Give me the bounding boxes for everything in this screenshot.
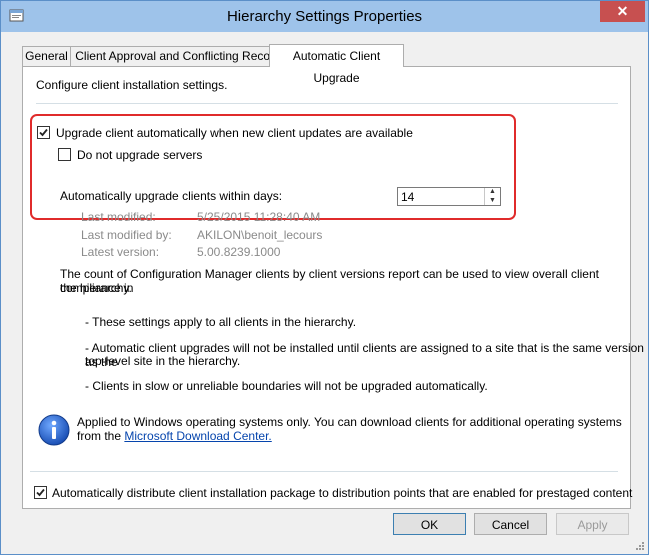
download-center-link[interactable]: Microsoft Download Center. bbox=[124, 429, 271, 443]
tab-client-approval[interactable]: Client Approval and Conflicting Records bbox=[70, 46, 292, 66]
no-upgrade-servers-label: Do not upgrade servers bbox=[77, 148, 203, 162]
checkmark-icon bbox=[39, 128, 48, 137]
last-modified-by-value: AKILON\benoit_lecours bbox=[197, 228, 323, 242]
last-modified-label: Last modified: bbox=[81, 210, 156, 224]
ok-button[interactable]: OK bbox=[393, 513, 466, 535]
upgrade-auto-checkbox[interactable] bbox=[37, 126, 50, 139]
title-bar[interactable]: Hierarchy Settings Properties ✕ bbox=[1, 1, 648, 32]
note-site-version-line2: top-level site in the hierarchy. bbox=[85, 354, 241, 368]
close-button[interactable]: ✕ bbox=[600, 1, 645, 22]
intro-divider bbox=[36, 103, 618, 104]
report-text-line1: The count of Configuration Manager clien… bbox=[60, 267, 599, 295]
upgrade-auto-label: Upgrade client automatically when new cl… bbox=[56, 126, 413, 140]
days-value: 14 bbox=[401, 190, 415, 204]
distribute-checkbox[interactable] bbox=[34, 486, 47, 499]
info-icon bbox=[38, 414, 70, 446]
tab-automatic-client-upgrade[interactable]: Automatic Client Upgrade bbox=[269, 44, 404, 85]
cancel-button[interactable]: Cancel bbox=[474, 513, 547, 535]
window-title: Hierarchy Settings Properties bbox=[226, 8, 423, 25]
latest-version-value: 5.00.8239.1000 bbox=[197, 245, 281, 259]
distribute-label: Automatically distribute client installa… bbox=[52, 486, 633, 500]
bottom-divider bbox=[30, 471, 618, 472]
resize-grip-icon[interactable] bbox=[634, 540, 644, 550]
spin-arrows: ▲ ▼ bbox=[484, 188, 500, 205]
note-slow-boundaries: - Clients in slow or unreliable boundari… bbox=[85, 379, 488, 393]
spin-down-icon[interactable]: ▼ bbox=[485, 197, 500, 205]
info-text-line2: from the Microsoft Download Center. bbox=[77, 429, 272, 443]
apply-button[interactable]: Apply bbox=[556, 513, 629, 535]
close-icon: ✕ bbox=[616, 3, 629, 19]
tab-general[interactable]: General bbox=[22, 46, 71, 66]
info-text-line1: Applied to Windows operating systems onl… bbox=[77, 415, 622, 429]
no-upgrade-servers-checkbox[interactable] bbox=[58, 148, 71, 161]
report-text-line2: the hierarchy. bbox=[60, 281, 132, 295]
last-modified-value: 5/25/2015 11:28:40 AM bbox=[197, 210, 321, 224]
note-all-clients: - These settings apply to all clients in… bbox=[85, 315, 357, 329]
info-text-prefix: from the bbox=[77, 429, 125, 443]
last-modified-by-label: Last modified by: bbox=[81, 228, 172, 242]
days-label: Automatically upgrade clients within day… bbox=[60, 189, 283, 203]
spin-up-icon[interactable]: ▲ bbox=[485, 188, 500, 196]
latest-version-label: Latest version: bbox=[81, 245, 160, 259]
properties-window: Hierarchy Settings Properties ✕ General … bbox=[0, 0, 649, 555]
checkmark-icon bbox=[36, 488, 45, 497]
intro-text: Configure client installation settings. bbox=[36, 78, 228, 92]
days-spinbox[interactable]: 14 ▲ ▼ bbox=[397, 187, 501, 206]
